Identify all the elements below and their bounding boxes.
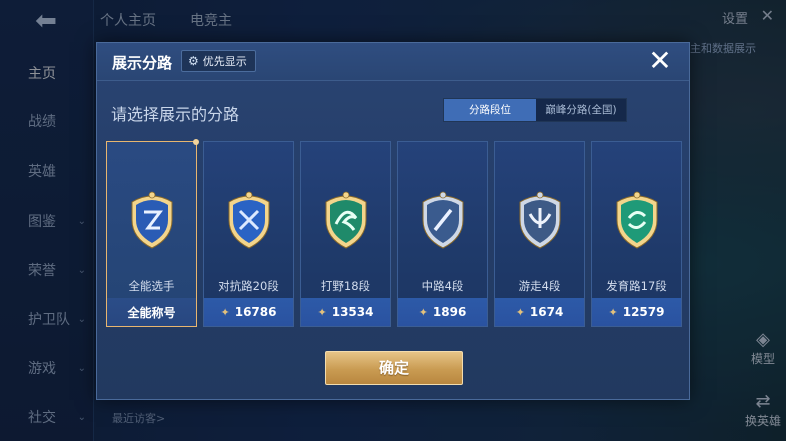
rank-score-icon: ✦ — [418, 305, 428, 319]
lane-card-value: 12579 — [622, 305, 665, 319]
clash-lane-emblem-icon — [223, 188, 275, 250]
lane-card-footer: ✦ 12579 — [592, 298, 681, 326]
lane-card-value: 全能称号 — [127, 305, 176, 320]
lane-card-name: 发育路17段 — [606, 279, 667, 293]
confirm-button[interactable]: 确定 — [325, 351, 463, 385]
lane-card-footer: ✦ 1896 — [398, 298, 487, 326]
lane-card-footer: ✦ 1674 — [495, 298, 584, 326]
lane-card-name: 游走4段 — [518, 279, 561, 293]
rank-score-icon: ✦ — [317, 305, 327, 319]
gear-icon: ⚙ — [188, 54, 199, 68]
lane-card[interactable]: 对抗路20段 ✦ 16786 — [203, 141, 294, 327]
lane-card[interactable]: 打野18段 ✦ 13534 — [300, 141, 391, 327]
farm-lane-emblem-icon — [611, 188, 663, 250]
priority-display-button[interactable]: ⚙ 优先显示 — [181, 50, 256, 72]
lane-card-list: 全能选手 全能称号 对抗路20段 ✦ 16786 打野18段 ✦ 13534 中路4段 ✦ 1896… — [106, 139, 682, 327]
priority-display-label: 优先显示 — [202, 55, 247, 68]
mid-lane-emblem-icon — [417, 188, 469, 250]
lane-card-value: 1674 — [529, 305, 564, 319]
lane-card-name: 全能选手 — [128, 279, 175, 293]
all-round-emblem-icon — [126, 188, 178, 250]
lane-card[interactable]: 游走4段 ✦ 1674 — [494, 141, 585, 327]
jungle-emblem-icon — [320, 188, 372, 250]
lane-card-footer: ✦ 13534 — [301, 298, 390, 326]
lane-card-value: 1896 — [432, 305, 467, 319]
dialog-header: 展示分路 ⚙ 优先显示 ✕ — [97, 43, 689, 81]
lane-type-segment: 分路段位 巅峰分路(全国) — [443, 98, 627, 122]
dialog-title: 展示分路 — [112, 54, 173, 72]
lane-display-dialog: 展示分路 ⚙ 优先显示 ✕ 请选择展示的分路 分路段位 巅峰分路(全国) 全能选… — [96, 42, 690, 400]
dialog-subtitle: 请选择展示的分路 — [111, 105, 240, 124]
lane-card-footer: ✦ 16786 — [204, 298, 293, 326]
tab-peak-lane-national[interactable]: 巅峰分路(全国) — [536, 99, 626, 121]
roam-emblem-icon — [514, 188, 566, 250]
lane-card-footer: 全能称号 — [107, 298, 196, 326]
selected-corner-indicator — [193, 139, 199, 145]
rank-score-icon: ✦ — [515, 305, 525, 319]
lane-card-name: 中路4段 — [421, 279, 464, 293]
lane-card[interactable]: 全能选手 全能称号 — [106, 139, 199, 327]
lane-card-value: 16786 — [234, 305, 277, 319]
rank-score-icon: ✦ — [220, 305, 230, 319]
lane-card[interactable]: 中路4段 ✦ 1896 — [397, 141, 488, 327]
lane-card[interactable]: 发育路17段 ✦ 12579 — [591, 141, 682, 327]
tab-lane-rank[interactable]: 分路段位 — [444, 99, 536, 121]
rank-score-icon: ✦ — [608, 305, 618, 319]
lane-card-value: 13534 — [331, 305, 374, 319]
close-icon[interactable]: ✕ — [645, 46, 675, 76]
lane-card-name: 对抗路20段 — [218, 279, 279, 293]
lane-card-name: 打野18段 — [320, 279, 371, 293]
